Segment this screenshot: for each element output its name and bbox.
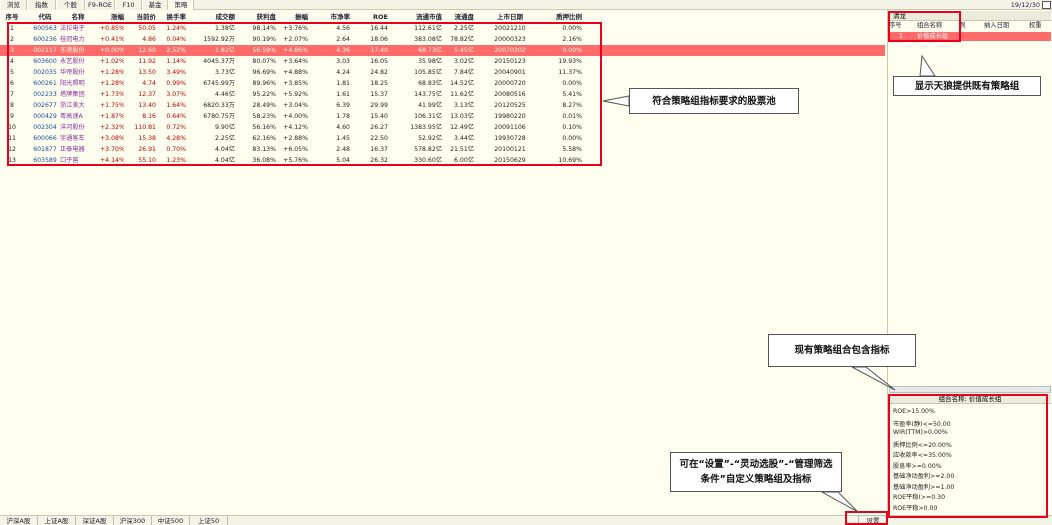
top-tab[interactable]: 个股 xyxy=(56,0,85,10)
market-tab[interactable]: 深证A股 xyxy=(76,516,114,525)
callout-existing-group: 显示天狼提供既有策略组 xyxy=(893,76,1041,96)
group-highlight xyxy=(888,11,961,42)
top-tab[interactable]: 策略 xyxy=(168,0,194,10)
callout-stock-pool: 符合策略组指标要求的股票池 xyxy=(629,88,799,114)
callout-customize: 可在“设置”-“灵动选股”-“管理筛选条件”自定义策略组及指标 xyxy=(670,452,842,492)
top-tab[interactable]: F9-ROE xyxy=(85,0,115,10)
market-tab[interactable]: 上证A股 xyxy=(38,516,76,525)
market-tab[interactable]: 上证50 xyxy=(190,516,228,525)
group-column-header[interactable]: 纳入日期 xyxy=(984,21,1009,31)
market-tab[interactable]: 沪深A股 xyxy=(0,516,38,525)
stock-screener-window: 浏览 指数 个股 F9-ROE F10 基金 策略 19/12/30 序号 代码 名称 涨幅 当前价… xyxy=(0,0,1052,525)
calendar-icon[interactable] xyxy=(1042,1,1051,9)
top-tab[interactable]: 基金 xyxy=(142,0,168,10)
indicator-highlight xyxy=(888,394,1048,518)
date-display: 19/12/30 xyxy=(1010,1,1040,9)
market-tab[interactable]: 沪深300 xyxy=(114,516,152,525)
horizontal-scrollbar[interactable] xyxy=(889,386,1051,393)
market-tab[interactable]: 中证500 xyxy=(152,516,190,525)
settings-highlight xyxy=(845,511,888,525)
top-tab[interactable]: 指数 xyxy=(27,0,56,10)
stock-pool-highlight xyxy=(7,22,602,166)
top-tab[interactable]: F10 xyxy=(115,0,142,10)
top-tab-bar: 浏览 指数 个股 F9-ROE F10 基金 策略 xyxy=(0,0,1052,10)
group-column-header[interactable]: 权重 xyxy=(1029,21,1042,31)
top-tab[interactable]: 浏览 xyxy=(0,0,27,10)
callout-contains-indicators: 现有策略组合包含指标 xyxy=(768,334,916,367)
